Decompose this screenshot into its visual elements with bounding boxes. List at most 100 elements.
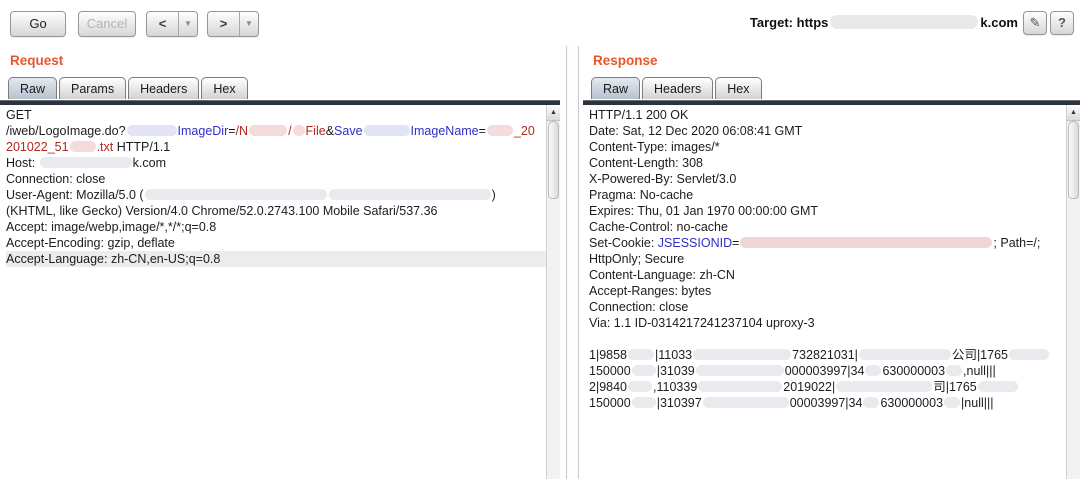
text-segment: |null||| [961,396,993,410]
text-segment: (KHTML, like Gecko) Version/4.0 Chrome/5… [6,204,437,218]
message-line: Content-Type: images/* [589,139,1066,155]
scrollbar-thumb[interactable] [548,121,559,199]
history-back-button[interactable]: < ▼ [146,11,198,37]
text-segment: Accept-Ranges: bytes [589,284,711,298]
message-line: HTTP/1.1 200 OK [589,107,1066,123]
message-line: Content-Length: 308 [589,155,1066,171]
text-segment: X-Powered-By: Servlet/3.0 [589,172,736,186]
tab-hex[interactable]: Hex [201,77,247,99]
forward-arrow-icon[interactable]: > [208,12,239,36]
text-segment: Connection: close [6,172,105,186]
go-button[interactable]: Go [10,11,66,37]
redacted-text [946,365,962,376]
text-segment: Via: 1.1 ID-0314217241237104 uproxy-3 [589,316,815,330]
chevron-down-icon[interactable]: ▼ [178,12,197,36]
request-scrollbar[interactable]: ▲ [546,105,560,479]
chevron-down-icon[interactable]: ▼ [239,12,258,36]
redacted-text [696,365,784,376]
redacted-text [632,365,656,376]
text-segment: |11033 [655,348,692,362]
text-segment: ,null||| [963,364,996,378]
toolbar: Go Cancel < ▼ > ▼ Target: httpsk.com ✎ ? [0,0,1080,46]
cancel-button: Cancel [78,11,136,37]
request-editor[interactable]: GET/iweb/LogoImage.do?ImageDir=/N/File&S… [0,105,546,479]
text-segment: Accept: image/webp,image/*,*/*;q=0.8 [6,220,216,234]
redacted-target-host [830,15,978,29]
scrollbar-thumb[interactable] [1068,121,1079,199]
target-label: Target: [750,15,793,30]
text-segment: .txt [97,140,114,154]
redacted-text [145,189,327,200]
message-line: Cache-Control: no-cache [589,219,1066,235]
text-segment: 630000003 [882,364,945,378]
text-segment: User-Agent: Mozilla/5.0 ( [6,188,144,202]
edit-target-button[interactable]: ✎ [1023,11,1047,35]
text-segment: Cache-Control: no-cache [589,220,728,234]
target-url-prefix: https [797,15,829,30]
text-segment: = [479,124,486,138]
text-segment: Set-Cookie: [589,236,658,250]
text-segment: Save [334,124,363,138]
redacted-text [632,397,656,408]
text-segment: 000003997|34 [785,364,865,378]
response-scrollbar[interactable]: ▲ [1066,105,1080,479]
text-segment: = [228,124,235,138]
message-line: Date: Sat, 12 Dec 2020 06:08:41 GMT [589,123,1066,139]
tab-headers[interactable]: Headers [642,77,713,99]
text-segment: Expires: Thu, 01 Jan 1970 00:00:00 GMT [589,204,818,218]
text-segment: _20 [514,124,535,138]
text-segment: ,110339 [653,380,697,394]
text-segment: Accept-Language: zh-CN,en-US;q=0.8 [6,252,220,266]
panel-divider[interactable] [566,46,579,479]
redacted-text [329,189,491,200]
message-line: (KHTML, like Gecko) Version/4.0 Chrome/5… [6,203,546,219]
redacted-text [628,349,654,360]
redacted-text [698,381,782,392]
message-line: Accept-Encoding: gzip, deflate [6,235,546,251]
text-segment: 150000 [589,364,631,378]
history-forward-button[interactable]: > ▼ [207,11,259,37]
redacted-text [40,157,132,168]
text-segment: 630000003 [880,396,943,410]
back-arrow-icon[interactable]: < [147,12,178,36]
text-segment: 公司|1765 [952,348,1008,362]
response-panel: Response RawHeadersHex HTTP/1.1 200 OKDa… [583,46,1080,479]
text-segment: ) [492,188,496,202]
text-segment: |310397 [657,396,702,410]
redacted-text [487,125,513,136]
text-segment: 2|9840 [589,380,627,394]
text-segment: Accept-Encoding: gzip, deflate [6,236,175,250]
redacted-text [70,141,96,152]
message-line: 1|9858|11033732821031|公司|1765 [589,347,1066,363]
scroll-up-arrow-icon[interactable]: ▲ [547,105,560,121]
text-segment: Content-Type: images/* [589,140,720,154]
message-line: User-Agent: Mozilla/5.0 () [6,187,546,203]
message-line: Via: 1.1 ID-0314217241237104 uproxy-3 [589,315,1066,331]
response-editor[interactable]: HTTP/1.1 200 OKDate: Sat, 12 Dec 2020 06… [583,105,1066,479]
text-segment: 00003997|34 [790,396,863,410]
message-line: Expires: Thu, 01 Jan 1970 00:00:00 GMT [589,203,1066,219]
redacted-text [859,349,951,360]
redacted-text [740,237,992,248]
redacted-text [865,365,881,376]
text-segment: k.com [133,156,166,170]
text-segment: Connection: close [589,300,688,314]
redacted-text [703,397,789,408]
redacted-text [293,125,305,136]
request-title: Request [10,53,63,68]
tab-raw[interactable]: Raw [8,77,57,99]
tab-headers[interactable]: Headers [128,77,199,99]
text-segment: 1|9858 [589,348,627,362]
message-line: X-Powered-By: Servlet/3.0 [589,171,1066,187]
help-button[interactable]: ? [1050,11,1074,35]
tab-hex[interactable]: Hex [715,77,761,99]
text-segment: Content-Length: 308 [589,156,703,170]
message-line [589,331,1066,347]
scroll-up-arrow-icon[interactable]: ▲ [1067,105,1080,121]
tab-params[interactable]: Params [59,77,126,99]
tab-raw[interactable]: Raw [591,77,640,99]
message-line: 150000|31039000003997|34630000003,null||… [589,363,1066,379]
message-line: 201022_51.txt HTTP/1.1 [6,139,546,155]
message-line: Connection: close [589,299,1066,315]
redacted-text [1009,349,1049,360]
